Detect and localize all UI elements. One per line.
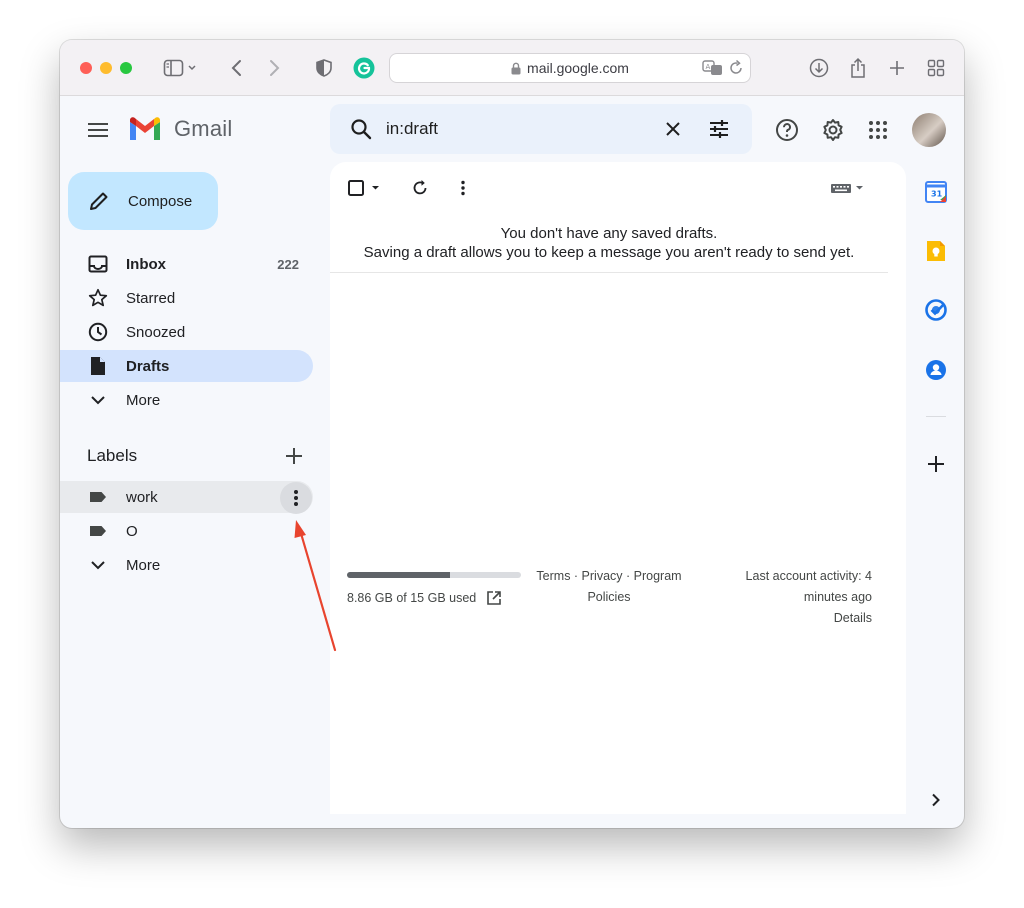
annotation-arrow bbox=[294, 520, 337, 652]
